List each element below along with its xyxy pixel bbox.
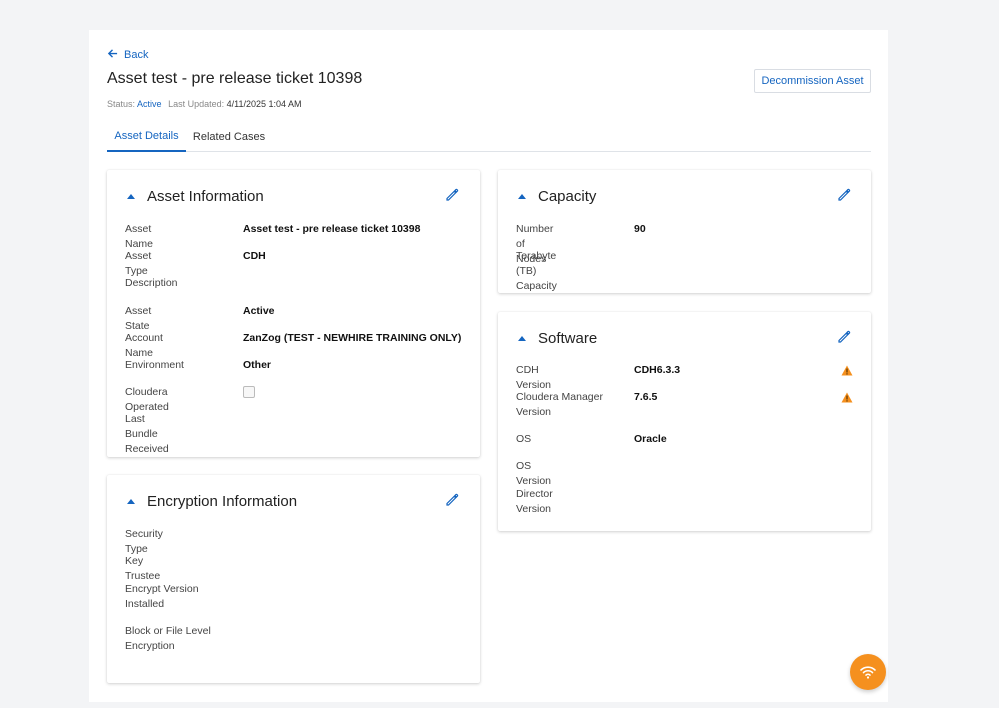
- asset-information-header: Asset Information: [127, 188, 264, 205]
- card-title: Encryption Information: [147, 493, 298, 510]
- status-line: Status: Active Last Updated: 4/11/2025 1…: [107, 99, 302, 109]
- field-label: Cloudera Manager Version: [516, 391, 603, 418]
- field-label: OS: [516, 433, 532, 445]
- field-label: Description: [125, 277, 178, 289]
- field-label: Key Trustee: [125, 555, 161, 582]
- field-label: CDH Version: [516, 364, 552, 391]
- asset-information-card: Asset Information Asset Name Asset test …: [107, 170, 480, 457]
- capacity-header: Capacity: [518, 188, 596, 205]
- field-value: 90: [634, 223, 646, 235]
- tab-asset-details[interactable]: Asset Details: [107, 122, 186, 152]
- pencil-icon[interactable]: [445, 493, 459, 507]
- field-label: Encrypt Version Installed: [125, 583, 199, 610]
- tab-related-cases[interactable]: Related Cases: [192, 122, 266, 152]
- encryption-information-card: Encryption Information Security Type Key…: [107, 475, 480, 683]
- feedback-fab-button[interactable]: [850, 654, 886, 690]
- field-label: Last Bundle Received: [125, 413, 169, 455]
- collapse-caret-icon[interactable]: [518, 194, 526, 199]
- field-value: Other: [243, 359, 272, 371]
- pencil-icon[interactable]: [837, 330, 851, 344]
- back-label: Back: [124, 49, 149, 61]
- cloudera-operated-checkbox[interactable]: [243, 386, 255, 398]
- status-label: Status:: [107, 99, 136, 109]
- field-value: CDH: [243, 250, 266, 262]
- field-label: Account Name: [125, 332, 163, 359]
- field-label: Block or File Level Encryption: [125, 625, 211, 652]
- capacity-card: Capacity Number of Nodes 90 Terabyte (TB…: [498, 170, 871, 293]
- encryption-information-header: Encryption Information: [127, 493, 297, 510]
- field-value: Asset test - pre release ticket 10398: [243, 223, 421, 235]
- page-title: Asset test - pre release ticket 10398: [107, 70, 363, 87]
- field-label: Asset Name: [125, 223, 154, 250]
- last-updated-label: Last Updated:: [168, 99, 225, 109]
- tab-bar: Asset Details Related Cases: [107, 122, 871, 152]
- field-value: Oracle: [634, 433, 667, 445]
- software-header: Software: [518, 330, 597, 347]
- field-value: CDH6.3.3: [634, 364, 681, 376]
- last-updated-value: 4/11/2025 1:04 AM: [226, 99, 302, 109]
- wifi-icon: [860, 666, 876, 679]
- status-value: Active: [137, 99, 162, 109]
- arrow-left-icon: [107, 48, 118, 62]
- field-label: Cloudera Operated: [125, 386, 169, 413]
- field-label: Asset Type: [125, 250, 152, 277]
- pencil-icon[interactable]: [445, 188, 459, 202]
- field-label: Security Type: [125, 528, 163, 555]
- back-link[interactable]: Back: [107, 48, 148, 62]
- warning-triangle-icon: [841, 392, 853, 403]
- pencil-icon[interactable]: [837, 188, 851, 202]
- card-title: Capacity: [538, 188, 597, 205]
- collapse-caret-icon[interactable]: [127, 194, 135, 199]
- field-label: Environment: [125, 359, 184, 371]
- field-value: 7.6.5: [634, 391, 658, 403]
- software-card: Software CDH Version CDH6.3.3 Cloudera M…: [498, 312, 871, 531]
- decommission-asset-button[interactable]: Decommission Asset: [754, 69, 871, 93]
- field-label: Asset State: [125, 305, 152, 332]
- field-label: Terabyte (TB) Capacity: [516, 250, 557, 292]
- field-label: Director Version: [516, 488, 553, 515]
- field-label: OS Version: [516, 460, 552, 487]
- field-value: ZanZog (TEST - NEWHIRE TRAINING ONLY): [243, 332, 462, 344]
- card-title: Software: [538, 330, 598, 347]
- field-value: Active: [243, 305, 275, 317]
- warning-triangle-icon: [841, 365, 853, 376]
- collapse-caret-icon[interactable]: [518, 336, 526, 341]
- collapse-caret-icon[interactable]: [127, 499, 135, 504]
- card-title: Asset Information: [147, 188, 264, 205]
